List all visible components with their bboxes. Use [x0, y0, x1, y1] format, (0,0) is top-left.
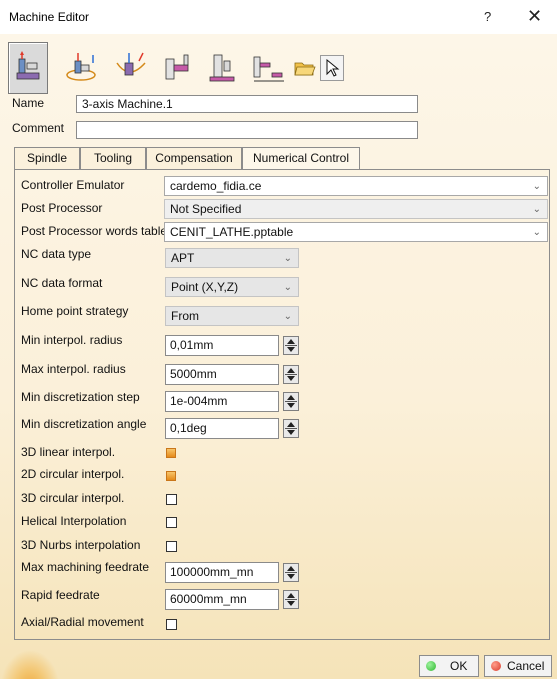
tab-numerical-control[interactable]: Numerical Control: [242, 147, 360, 170]
helical-label: Helical Interpolation: [21, 514, 127, 528]
pp-words-table-dropdown[interactable]: CENIT_LATHE.pptable ⌄: [164, 222, 548, 242]
tab-tooling[interactable]: Tooling: [80, 147, 146, 169]
multi-slide-lathe-button[interactable]: [246, 42, 290, 94]
max-interp-radius-spinner[interactable]: [283, 365, 299, 384]
min-interp-radius-spinner[interactable]: [283, 336, 299, 355]
nc-data-type-dropdown[interactable]: APT ⌄: [165, 248, 299, 268]
circular-3d-label: 3D circular interpol.: [21, 491, 125, 505]
nc-data-format-dropdown[interactable]: Point (X,Y,Z) ⌄: [165, 277, 299, 297]
min-disc-step-spinner[interactable]: [283, 392, 299, 411]
chevron-down-icon: ⌄: [283, 253, 292, 264]
home-point-strategy-dropdown[interactable]: From ⌄: [165, 306, 299, 326]
machine-type-toolbar: [8, 42, 344, 96]
rapid-feedrate-label: Rapid feedrate: [21, 588, 100, 602]
post-processor-value: Not Specified: [170, 202, 242, 216]
nurbs-3d-checkbox[interactable]: [166, 541, 177, 552]
circular-3d-checkbox[interactable]: [166, 494, 177, 505]
tab-compensation[interactable]: Compensation: [146, 147, 242, 169]
max-feedrate-field[interactable]: 100000mm_mn: [165, 562, 279, 583]
open-folder-icon: [294, 62, 316, 76]
controller-emulator-dropdown[interactable]: cardemo_fidia.ce ⌄: [164, 176, 548, 196]
select-cursor-icon: [326, 59, 340, 77]
title-bar: Machine Editor ? ✕: [0, 0, 557, 34]
min-disc-step-label: Min discretization step: [21, 390, 140, 404]
home-point-strategy-label: Home point strategy: [21, 304, 129, 318]
3-axis-machine-icon: [16, 51, 40, 80]
vertical-lathe-icon: [209, 54, 235, 82]
ok-button[interactable]: OK: [419, 655, 479, 677]
3-axis-machine-button[interactable]: [8, 42, 48, 94]
helical-checkbox[interactable]: [166, 517, 177, 528]
max-feedrate-spinner[interactable]: [283, 563, 299, 582]
help-button[interactable]: ?: [484, 9, 491, 24]
nc-data-type-label: NC data type: [21, 247, 92, 261]
open-catalog-button[interactable]: [292, 55, 318, 81]
chevron-down-icon: ⌄: [532, 227, 541, 238]
pp-words-table-value: CENIT_LATHE.pptable: [170, 225, 294, 239]
min-disc-angle-spinner[interactable]: [283, 419, 299, 438]
min-interp-radius-field[interactable]: 0,01mm: [165, 335, 279, 356]
chevron-down-icon: ⌄: [283, 282, 292, 293]
cancel-icon: [491, 661, 501, 671]
ok-label: OK: [450, 659, 468, 673]
min-disc-angle-field[interactable]: 0,1deg: [165, 418, 279, 439]
axial-radial-checkbox[interactable]: [166, 619, 177, 630]
max-interp-radius-label: Max interpol. radius: [21, 362, 126, 376]
comment-label: Comment: [12, 121, 65, 135]
rotary-table-machine-button[interactable]: [60, 42, 106, 94]
post-processor-dropdown[interactable]: Not Specified ⌄: [164, 199, 548, 219]
ok-icon: [426, 661, 436, 671]
select-button[interactable]: [320, 55, 344, 81]
nc-data-format-label: NC data format: [21, 276, 103, 290]
rapid-feedrate-spinner[interactable]: [283, 590, 299, 609]
horizontal-lathe-button[interactable]: [158, 42, 198, 94]
3-axis-rotary-table-machine-icon: [66, 53, 96, 81]
nc-data-format-value: Point (X,Y,Z): [171, 280, 239, 294]
chevron-down-icon: ⌄: [283, 311, 292, 322]
5-axis-machine-icon: [116, 52, 146, 76]
name-label: Name: [12, 96, 45, 110]
max-interp-radius-field[interactable]: 5000mm: [165, 364, 279, 385]
cancel-label: Cancel: [507, 659, 545, 673]
pp-words-table-label: Post Processor words table: [21, 224, 168, 238]
name-field[interactable]: 3-axis Machine.1: [76, 95, 418, 113]
controller-emulator-label: Controller Emulator: [21, 178, 125, 192]
home-point-strategy-value: From: [171, 309, 199, 323]
nurbs-3d-label: 3D Nurbs interpolation: [21, 538, 141, 552]
5-axis-machine-button[interactable]: [108, 42, 154, 94]
min-disc-step-field[interactable]: 1e-004mm: [165, 391, 279, 412]
comment-field[interactable]: [76, 121, 418, 139]
close-button[interactable]: ✕: [527, 6, 542, 27]
min-disc-angle-label: Min discretization angle: [21, 417, 147, 431]
controller-emulator-value: cardemo_fidia.ce: [170, 179, 262, 193]
chevron-down-icon: ⌄: [532, 204, 541, 215]
post-processor-label: Post Processor: [21, 201, 103, 215]
chevron-down-icon: ⌄: [532, 181, 541, 192]
window-title: Machine Editor: [9, 10, 90, 24]
horizontal-lathe-icon: [165, 54, 189, 80]
max-feedrate-label: Max machining feedrate: [21, 560, 150, 574]
rapid-feedrate-field[interactable]: 60000mm_mn: [165, 589, 279, 610]
vertical-lathe-button[interactable]: [202, 42, 242, 94]
decorative-swoosh: [0, 650, 60, 679]
multi-slide-lathe-icon: [253, 56, 284, 82]
linear-3d-label: 3D linear interpol.: [21, 445, 116, 459]
nc-data-type-value: APT: [171, 251, 195, 265]
circular-2d-label: 2D circular interpol.: [21, 467, 125, 481]
linear-3d-checkbox[interactable]: [166, 448, 176, 458]
min-interp-radius-label: Min interpol. radius: [21, 333, 123, 347]
cancel-button[interactable]: Cancel: [484, 655, 552, 677]
tab-spindle[interactable]: Spindle: [14, 147, 80, 169]
axial-radial-label: Axial/Radial movement: [21, 615, 144, 629]
circular-2d-checkbox[interactable]: [166, 471, 176, 481]
